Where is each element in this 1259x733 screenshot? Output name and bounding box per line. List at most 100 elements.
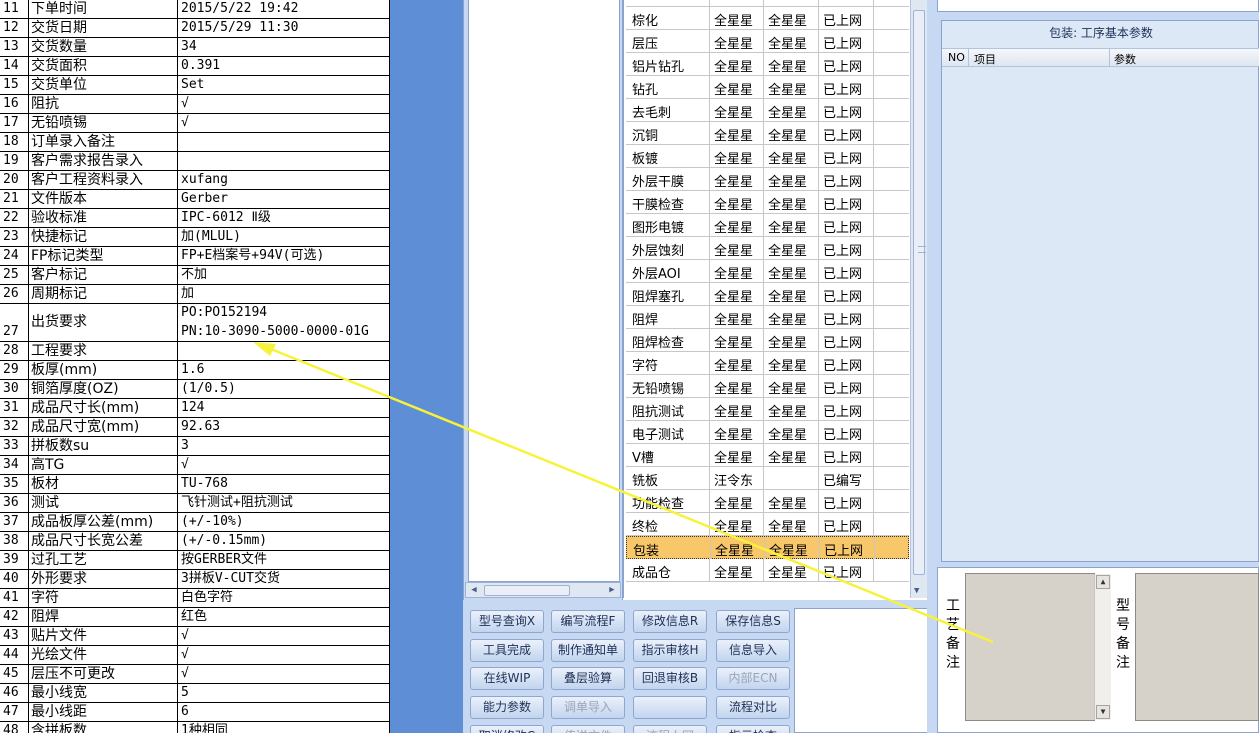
table-row[interactable]: 34 高TG √ — [0, 456, 390, 475]
table-row[interactable]: 18 订单录入备注 — [0, 133, 390, 152]
online-wip-button[interactable]: 在线WIP — [470, 667, 544, 690]
info-import-button[interactable]: 信息导入 — [716, 639, 790, 662]
process-row[interactable]: 钻孔 全星星 全星星 已上网 — [626, 76, 909, 99]
table-row[interactable]: 17 无铅喷锡 √ — [0, 114, 390, 133]
table-row[interactable]: 36 测试 飞针测试+阻抗测试 — [0, 494, 390, 513]
process-row[interactable]: 阻焊塞孔 全星星 全星星 已上网 — [626, 283, 909, 306]
process-row[interactable]: 干膜检查 全星星 全星星 已上网 — [626, 191, 909, 214]
table-row[interactable]: 15 交货单位 Set — [0, 76, 390, 95]
table-row[interactable]: 43 贴片文件 √ — [0, 627, 390, 646]
process-row[interactable]: 包装 全星星 全星星 已上网 — [626, 536, 909, 559]
table-row[interactable]: 40 外形要求 3拼板V-CUT交货 — [0, 570, 390, 589]
scroll-down-icon[interactable]: ▼ — [914, 586, 919, 596]
blank-button[interactable] — [633, 696, 707, 719]
table-row[interactable]: 28 工程要求 — [0, 342, 390, 361]
process-row[interactable]: 外层AOI 全星星 全星星 已上网 — [626, 260, 909, 283]
table-row[interactable]: 48 含拼板数 1种相同 — [0, 722, 390, 733]
table-row[interactable]: 39 过孔工艺 按GERBER文件 — [0, 551, 390, 570]
table-row[interactable]: 23 快捷标记 加(MLUL) — [0, 228, 390, 247]
process-row[interactable]: 外层蚀刻 全星星 全星星 已上网 — [626, 237, 909, 260]
table-row[interactable]: 46 最小线宽 5 — [0, 684, 390, 703]
table-row[interactable]: 21 文件版本 Gerber — [0, 190, 390, 209]
scroll-up-icon[interactable]: ▲ — [1096, 575, 1110, 589]
model-note-textbox[interactable] — [1135, 573, 1259, 721]
table-row[interactable]: 30 铜箔厚度(OZ) (1/0.5) — [0, 380, 390, 399]
col-param-header[interactable]: 参数 — [1114, 51, 1136, 67]
cancel-modify-button[interactable]: 取消修改C — [470, 725, 544, 733]
process-row[interactable]: 层压 全星星 全星星 已上网 — [626, 30, 909, 53]
process-note-textbox[interactable] — [965, 573, 1095, 721]
instruction-check-button[interactable]: 指示检查 — [716, 725, 790, 733]
process-row[interactable]: 无铅喷锡 全星星 全星星 已上网 — [626, 375, 909, 398]
internal-ecn-button[interactable]: 内部ECN — [716, 667, 790, 690]
process-row[interactable]: 沉铜 全星星 全星星 已上网 — [626, 122, 909, 145]
table-row[interactable]: 26 周期标记 加 — [0, 285, 390, 304]
process-row[interactable]: 板镀 全星星 全星星 已上网 — [626, 145, 909, 168]
process-row[interactable]: V槽 全星星 全星星 已上网 — [626, 444, 909, 467]
process-row[interactable]: 成品仓 全星星 全星星 已上网 — [626, 559, 909, 582]
model-query-button[interactable]: 型号查询X — [470, 610, 544, 633]
table-row[interactable]: 14 交货面积 0.391 — [0, 57, 390, 76]
table-row[interactable]: 19 客户需求报告录入 — [0, 152, 390, 171]
import-order-button[interactable]: 调单导入 — [551, 696, 625, 719]
table-row[interactable]: 25 客户标记 不加 — [0, 266, 390, 285]
note-scrollbar[interactable]: ▲ ▼ — [1094, 574, 1111, 720]
scroll-right-icon[interactable]: ▶ — [606, 585, 618, 596]
capability-params-button[interactable]: 能力参数 — [470, 696, 544, 719]
process-row[interactable]: 功能检查 全星星 全星星 已上网 — [626, 490, 909, 513]
save-info-button[interactable]: 保存信息S — [716, 610, 790, 633]
process-row[interactable]: 电子测试 全星星 全星星 已上网 — [626, 421, 909, 444]
table-row[interactable]: 29 板厚(mm) 1.6 — [0, 361, 390, 380]
write-flow-button[interactable]: 编写流程F — [551, 610, 625, 633]
table-row[interactable]: 37 成品板厚公差(mm) (+/-10%) — [0, 513, 390, 532]
flow-compare-button[interactable]: 流程对比 — [716, 696, 790, 719]
vertical-scrollbar[interactable]: ▼ — [910, 0, 927, 598]
table-row[interactable]: 42 阻焊 红色 — [0, 608, 390, 627]
process-row[interactable]: 字符 全星星 全星星 已上网 — [626, 352, 909, 375]
rollback-review-button[interactable]: 回退审核B — [633, 667, 707, 690]
table-row[interactable]: 35 板材 TU-768 — [0, 475, 390, 494]
process-row[interactable]: 铣板 汪令东 已编写 — [626, 467, 909, 490]
process-row[interactable]: 棕化 全星星 全星星 已上网 — [626, 7, 909, 30]
table-row[interactable]: 11 下单时间 2015/5/22 19:42 — [0, 0, 390, 19]
process-row[interactable]: 终检 全星星 全星星 已上网 — [626, 513, 909, 536]
table-row[interactable]: 31 成品尺寸长(mm) 124 — [0, 399, 390, 418]
scroll-left-icon[interactable]: ◀ — [468, 585, 480, 596]
process-row[interactable]: 铝片钻孔 全星星 全星星 已上网 — [626, 53, 909, 76]
process-row[interactable]: 阻焊 全星星 全星星 已上网 — [626, 306, 909, 329]
process-row[interactable] — [626, 0, 909, 7]
table-row[interactable]: 33 拼板数su 3 — [0, 437, 390, 456]
table-row[interactable]: 27 出货要求 PO:PO152194 PN:10-3090-5000-0000-01… — [0, 304, 390, 342]
flow-online-button[interactable]: 流程上网 — [633, 725, 707, 733]
table-row[interactable]: 12 交货日期 2015/5/29 11:30 — [0, 19, 390, 38]
reviewer: 全星星 — [768, 520, 808, 535]
table-row[interactable]: 44 光绘文件 √ — [0, 646, 390, 665]
process-row[interactable]: 图形电镀 全星星 全星星 已上网 — [626, 214, 909, 237]
table-row[interactable]: 24 FP标记类型 FP+E档案号+94V(可选) — [0, 247, 390, 266]
scroll-down-icon[interactable]: ▼ — [1096, 705, 1110, 719]
table-row[interactable]: 38 成品尺寸长宽公差 (+/-0.15mm) — [0, 532, 390, 551]
make-notice-button[interactable]: 制作通知单 — [551, 639, 625, 662]
col-item-header[interactable]: 项目 — [974, 51, 996, 67]
process-row[interactable]: 外层干膜 全星星 全星星 已上网 — [626, 168, 909, 191]
modify-info-button[interactable]: 修改信息R — [633, 610, 707, 633]
tool-complete-button[interactable]: 工具完成 — [470, 639, 544, 662]
table-row[interactable]: 45 层压不可更改 √ — [0, 665, 390, 684]
send-file-button[interactable]: 传送文件 — [551, 725, 625, 733]
process-row[interactable]: 阻焊检查 全星星 全星星 已上网 — [626, 329, 909, 352]
table-row[interactable]: 47 最小线距 6 — [0, 703, 390, 722]
process-row[interactable]: 阻抗测试 全星星 全星星 已上网 — [626, 398, 909, 421]
scrollbar-thumb[interactable] — [913, 10, 926, 575]
instruction-review-button[interactable]: 指示审核H — [633, 639, 707, 662]
scrollbar-thumb[interactable] — [484, 585, 570, 596]
table-row[interactable]: 32 成品尺寸宽(mm) 92.63 — [0, 418, 390, 437]
table-row[interactable]: 22 验收标准 IPC-6012 Ⅱ级 — [0, 209, 390, 228]
table-row[interactable]: 16 阻抗 √ — [0, 95, 390, 114]
horizontal-scrollbar[interactable]: ◀ ▶ — [465, 582, 621, 598]
stack-check-button[interactable]: 叠层验算 — [551, 667, 625, 690]
table-row[interactable]: 20 客户工程资料录入 xufang — [0, 171, 390, 190]
table-row[interactable]: 41 字符 白色字符 — [0, 589, 390, 608]
col-no-header[interactable]: NO — [948, 51, 965, 64]
table-row[interactable]: 13 交货数量 34 — [0, 38, 390, 57]
process-row[interactable]: 去毛刺 全星星 全星星 已上网 — [626, 99, 909, 122]
